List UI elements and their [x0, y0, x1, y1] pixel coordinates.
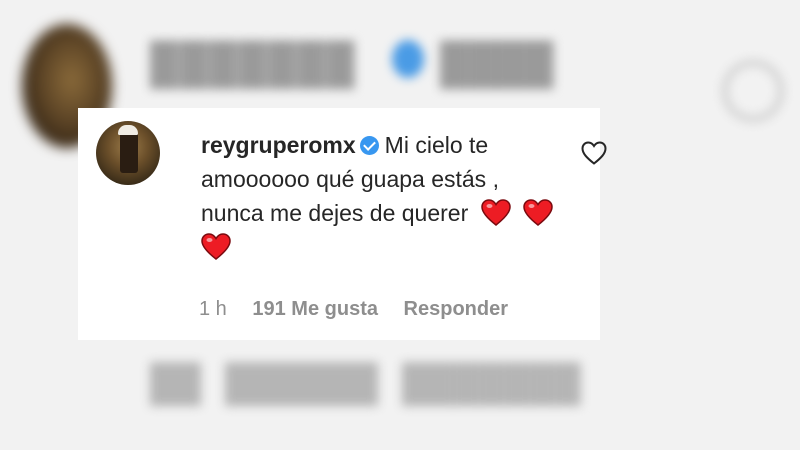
comment-text-line: amoooooo qué guapa estás , [201, 166, 499, 192]
blurred-footer: ██ ██████ ███████ [150, 362, 581, 403]
comment-line-1: reygruperomx Mi cielo te [201, 128, 621, 162]
username-link[interactable]: reygruperomx [201, 132, 356, 158]
blurred-heart-icon [722, 60, 784, 122]
likes-count-link[interactable]: 191 Me gusta [252, 298, 378, 320]
comment-text-line: Mi cielo te [384, 132, 489, 158]
like-heart-icon[interactable] [580, 140, 608, 166]
verified-badge-icon [359, 136, 379, 155]
red-heart-emoji-icon [480, 199, 511, 226]
red-heart-emoji-icon [523, 199, 553, 226]
comment-body: reygruperomx Mi cielo te amoooooo qué gua… [201, 128, 621, 264]
red-heart-emoji-icon [201, 233, 231, 260]
blurred-verified-icon [392, 40, 424, 78]
blurred-username: ███████ [150, 42, 356, 86]
comment-footer: 1 h 191 Me gusta Responder [199, 298, 528, 321]
blurred-comment-text: ████ [440, 42, 554, 86]
comment-line-2: amoooooo qué guapa estás , [201, 162, 621, 196]
avatar-hat [118, 125, 138, 135]
comment-line-3: nunca me dejes de querer [201, 196, 621, 230]
comment-text-line: nunca me dejes de querer [201, 200, 469, 226]
reply-button[interactable]: Responder [404, 298, 508, 320]
comment-timestamp[interactable]: 1 h [199, 298, 227, 320]
comment-line-4 [201, 230, 621, 264]
avatar[interactable] [96, 121, 160, 185]
